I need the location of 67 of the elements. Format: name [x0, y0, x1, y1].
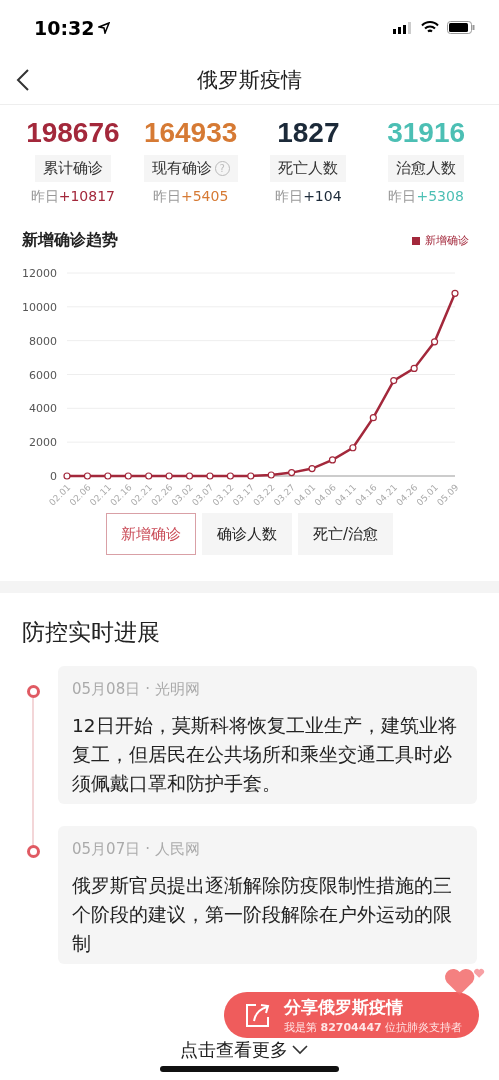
wifi-icon: [421, 21, 439, 34]
data-point: [390, 377, 398, 385]
chart-tab[interactable]: 死亡/治愈: [297, 513, 394, 555]
stat-label-text: 死亡人数: [278, 159, 339, 178]
data-point: [349, 444, 357, 452]
news-source: 人民网: [154, 840, 200, 859]
data-point: [430, 338, 439, 346]
news-text: 俄罗斯官员提出逐渐解除防疫限制性措施的三个阶段的建议，第一阶段解除在户外运动的限制: [72, 874, 453, 956]
data-point: [410, 364, 418, 372]
data-point: [308, 464, 316, 473]
data-point: [267, 471, 275, 479]
y-tick-label: 4000: [29, 402, 57, 416]
separator-dot: ·: [145, 840, 150, 859]
stat-value: 164933: [143, 117, 238, 149]
data-point: [451, 289, 459, 297]
section-title: 防控实时进展: [22, 618, 161, 647]
chart-tab[interactable]: 新增确诊: [105, 513, 196, 555]
chart-tab[interactable]: 确诊人数: [201, 513, 292, 555]
back-icon[interactable]: [16, 68, 30, 92]
data-point: [247, 472, 255, 480]
y-tick-label: 8000: [29, 334, 57, 348]
stat-label-text: 累计确诊: [42, 159, 103, 178]
stat-label-text: 现有确诊: [151, 159, 212, 178]
yesterday-change: 昨日+5405: [152, 188, 229, 206]
yesterday-change: 昨日+104: [275, 188, 342, 206]
chart-legend: 新增确诊: [412, 233, 469, 248]
y-tick-label: 6000: [29, 368, 57, 382]
yesterday-change: 昨日+5308: [388, 188, 464, 206]
data-point: [145, 472, 153, 480]
data-point: [124, 472, 132, 480]
location-arrow-icon: [98, 21, 111, 34]
y-tick-label: 10000: [22, 300, 57, 314]
news-date: 05月07日: [72, 840, 141, 859]
stat-label-text: 治愈人数: [396, 159, 457, 178]
stat-value: 1827: [277, 117, 340, 149]
data-point: [185, 472, 194, 480]
yesterday-change: 昨日+10817: [30, 188, 115, 206]
data-point: [369, 414, 377, 422]
timeline-dot: [27, 845, 40, 858]
news-date: 05月08日: [72, 680, 141, 699]
timeline-dot: [27, 685, 40, 698]
signal-icon: [393, 21, 413, 34]
data-point: [83, 472, 91, 480]
chevron-down-icon: [292, 1045, 308, 1055]
data-point: [328, 456, 337, 464]
y-tick-label: 2000: [29, 436, 57, 450]
data-point: [104, 472, 112, 480]
y-tick-label: 0: [50, 470, 57, 483]
data-point: [165, 472, 173, 480]
data-point: [63, 472, 71, 480]
data-point: [288, 469, 296, 477]
page-title: 俄罗斯疫情: [197, 66, 302, 94]
news-card[interactable]: 05月07日 · 人民网 俄罗斯官员提出逐渐解除防疫限制性措施的三个阶段的建议，第一阶段解除在户外运动的限制: [58, 826, 477, 964]
battery-icon: [447, 21, 475, 34]
chart-title: 新增确诊趋势: [22, 230, 118, 251]
stat-value: 198676: [26, 117, 120, 149]
y-tick-label: 12000: [22, 267, 57, 280]
data-point: [206, 472, 214, 480]
more-link[interactable]: 点击查看更多: [180, 1038, 308, 1062]
stat-value: 31916: [387, 117, 466, 149]
news-text: 12日开始，莫斯科将恢复工业生产，建筑业将复工，但居民在公共场所和乘坐交通工具时必须佩戴口罩和防护手套。: [72, 714, 458, 796]
share-icon: [244, 1001, 272, 1029]
clock: 10:32: [34, 16, 95, 39]
news-card[interactable]: 05月08日 · 光明网 12日开始，莫斯科将恢复工业生产，建筑业将复工，但居民在公共场所和乘坐交通工具时必须佩戴口罩和防护手套。: [58, 666, 477, 804]
data-point: [226, 472, 234, 480]
news-source: 光明网: [154, 680, 200, 699]
separator-dot: ·: [145, 680, 150, 699]
